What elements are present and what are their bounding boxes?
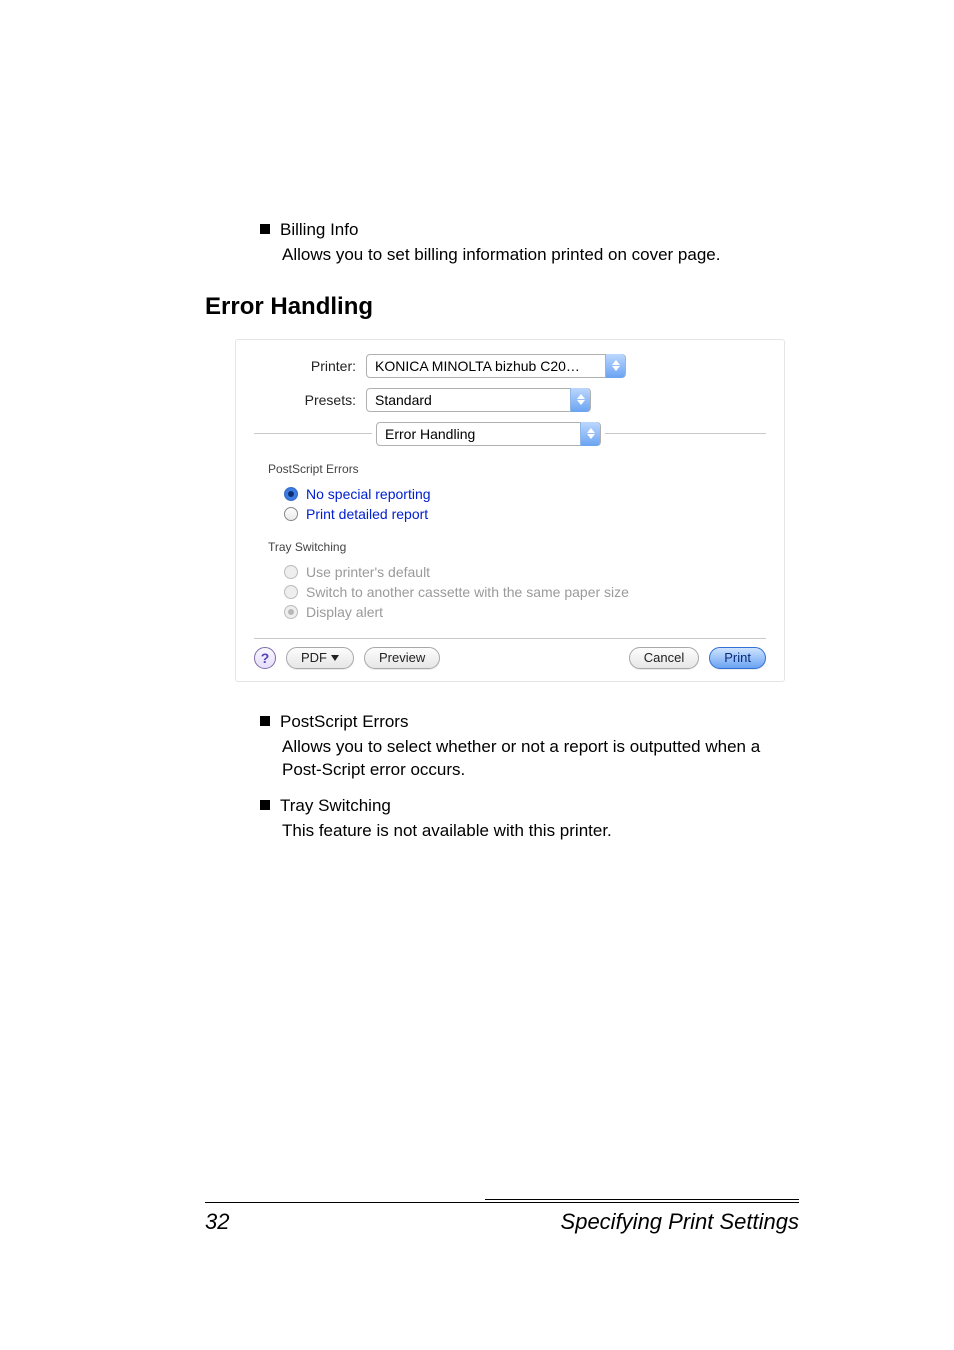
updown-arrows-icon: [580, 422, 600, 446]
updown-arrows-icon: [605, 354, 625, 378]
radio-print-detailed-report-label: Print detailed report: [306, 506, 428, 522]
radio-switch-cassette-label: Switch to another cassette with the same…: [306, 584, 629, 600]
help-button[interactable]: ?: [254, 647, 276, 669]
radio-switch-cassette: Switch to another cassette with the same…: [284, 584, 766, 600]
postscript-errors-group-label: PostScript Errors: [268, 458, 756, 476]
pdf-menu-button-label: PDF: [301, 650, 327, 665]
print-button-label: Print: [724, 650, 751, 665]
printer-label: Printer:: [254, 358, 366, 374]
printer-popup[interactable]: KONICA MINOLTA bizhub C20…: [366, 354, 626, 378]
footer-rule: [205, 1202, 799, 1203]
radio-disabled-selected-icon: [284, 605, 298, 619]
preview-button-label: Preview: [379, 650, 425, 665]
section-popup[interactable]: Error Handling: [376, 422, 601, 446]
printer-popup-value: KONICA MINOLTA bizhub C20…: [367, 358, 605, 374]
square-bullet-icon: [260, 800, 270, 810]
radio-print-detailed-report[interactable]: Print detailed report: [284, 506, 766, 522]
heading-error-handling: Error Handling: [205, 293, 799, 321]
radio-disabled-icon: [284, 585, 298, 599]
tray-switching-group-label: Tray Switching: [268, 536, 756, 554]
bullet-tray-switching-title: Tray Switching: [280, 796, 391, 816]
footer-rule: [485, 1199, 799, 1200]
footer-section-title: Specifying Print Settings: [561, 1209, 799, 1235]
divider: [254, 433, 372, 434]
presets-popup-value: Standard: [367, 392, 570, 408]
cancel-button[interactable]: Cancel: [629, 647, 699, 669]
radio-checked-icon: [284, 487, 298, 501]
pdf-menu-button[interactable]: PDF: [286, 647, 354, 669]
radio-use-printers-default-label: Use printer's default: [306, 564, 430, 580]
divider: [605, 433, 766, 434]
bullet-postscript-errors-title: PostScript Errors: [280, 712, 408, 732]
chevron-down-icon: [331, 655, 339, 661]
square-bullet-icon: [260, 716, 270, 726]
presets-popup[interactable]: Standard: [366, 388, 591, 412]
presets-label: Presets:: [254, 392, 366, 408]
bullet-billing-info-desc: Allows you to set billing information pr…: [282, 244, 799, 267]
page-number: 32: [205, 1209, 229, 1235]
radio-display-alert-label: Display alert: [306, 604, 383, 620]
bullet-tray-switching-desc: This feature is not available with this …: [282, 820, 799, 843]
bullet-postscript-errors-desc: Allows you to select whether or not a re…: [282, 736, 799, 782]
radio-unchecked-icon: [284, 507, 298, 521]
updown-arrows-icon: [570, 388, 590, 412]
radio-disabled-icon: [284, 565, 298, 579]
section-popup-value: Error Handling: [377, 426, 580, 442]
radio-display-alert: Display alert: [284, 604, 766, 620]
cancel-button-label: Cancel: [644, 650, 684, 665]
preview-button[interactable]: Preview: [364, 647, 440, 669]
print-button[interactable]: Print: [709, 647, 766, 669]
square-bullet-icon: [260, 224, 270, 234]
print-dialog: Printer: KONICA MINOLTA bizhub C20… Pres…: [235, 339, 785, 682]
radio-use-printers-default: Use printer's default: [284, 564, 766, 580]
radio-no-special-reporting-label: No special reporting: [306, 486, 431, 502]
bullet-billing-info-title: Billing Info: [280, 220, 358, 240]
divider: [254, 638, 766, 639]
radio-no-special-reporting[interactable]: No special reporting: [284, 486, 766, 502]
